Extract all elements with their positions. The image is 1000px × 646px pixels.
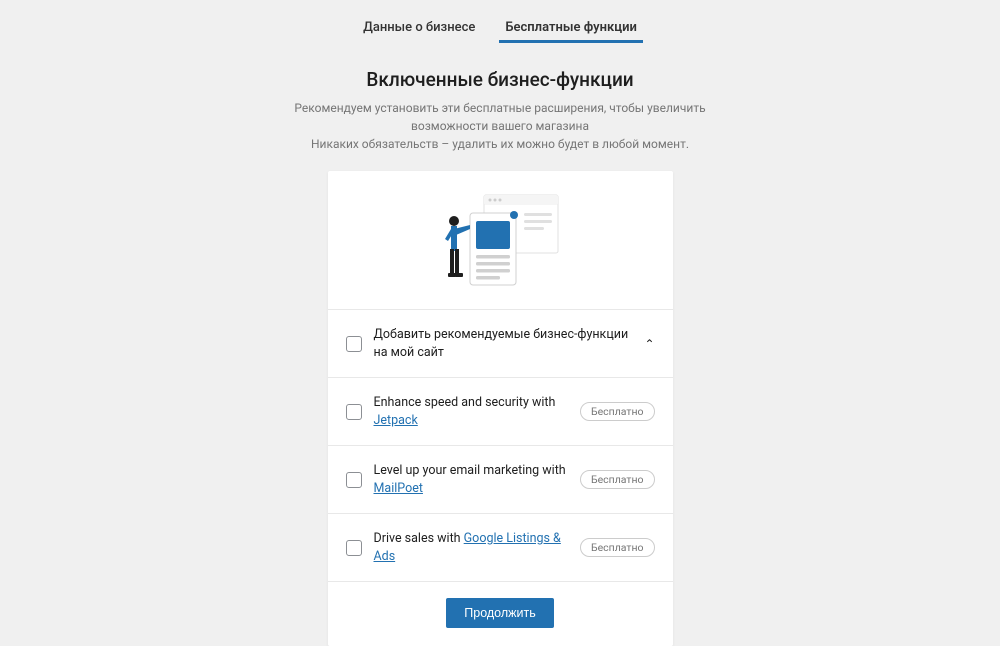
option-google-label: Drive sales with Google Listings & Ads	[374, 530, 568, 565]
badge-jetpack-free: Бесплатно	[580, 402, 655, 421]
option-add-recommended-label: Добавить рекомендуемые бизнес-функции на…	[374, 326, 633, 361]
option-jetpack-label: Enhance speed and security with Jetpack	[374, 394, 568, 429]
tab-business-details[interactable]: Данные о бизнесе	[363, 20, 475, 43]
option-mailpoet: Level up your email marketing with MailP…	[328, 445, 673, 513]
option-google-prefix: Drive sales with	[374, 531, 464, 546]
illustration	[328, 171, 673, 309]
checkbox-jetpack[interactable]	[346, 404, 362, 420]
link-mailpoet[interactable]: MailPoet	[374, 481, 423, 496]
option-jetpack: Enhance speed and security with Jetpack …	[328, 377, 673, 445]
tabs: Данные о бизнесе Бесплатные функции	[0, 20, 1000, 43]
option-mailpoet-prefix: Level up your email marketing with	[374, 463, 566, 478]
chevron-up-icon[interactable]: ⌃	[644, 337, 654, 351]
header: Включенные бизнес-функции Рекомендуем ус…	[0, 68, 1000, 153]
checkbox-google[interactable]	[346, 540, 362, 556]
subtitle-line-1: Рекомендуем установить эти бесплатные ра…	[294, 101, 705, 115]
features-card: Добавить рекомендуемые бизнес-функции на…	[328, 171, 673, 646]
page-title: Включенные бизнес-функции	[0, 68, 1000, 91]
option-mailpoet-label: Level up your email marketing with MailP…	[374, 462, 568, 497]
continue-button[interactable]: Продолжить	[446, 598, 553, 628]
badge-google-free: Бесплатно	[580, 538, 655, 557]
page-subtitle: Рекомендуем установить эти бесплатные ра…	[0, 99, 1000, 153]
badge-mailpoet-free: Бесплатно	[580, 470, 655, 489]
option-jetpack-prefix: Enhance speed and security with	[374, 395, 556, 410]
tab-free-features[interactable]: Бесплатные функции	[505, 20, 637, 43]
option-add-recommended: Добавить рекомендуемые бизнес-функции на…	[328, 309, 673, 377]
subtitle-line-2: возможности вашего магазина	[411, 119, 589, 133]
checkbox-mailpoet[interactable]	[346, 472, 362, 488]
option-google: Drive sales with Google Listings & Ads Б…	[328, 513, 673, 581]
subtitle-line-3: Никаких обязательств – удалить их можно …	[311, 137, 689, 151]
card-footer: Продолжить	[328, 582, 673, 646]
checkbox-add-recommended[interactable]	[346, 336, 362, 352]
link-jetpack[interactable]: Jetpack	[374, 413, 418, 428]
